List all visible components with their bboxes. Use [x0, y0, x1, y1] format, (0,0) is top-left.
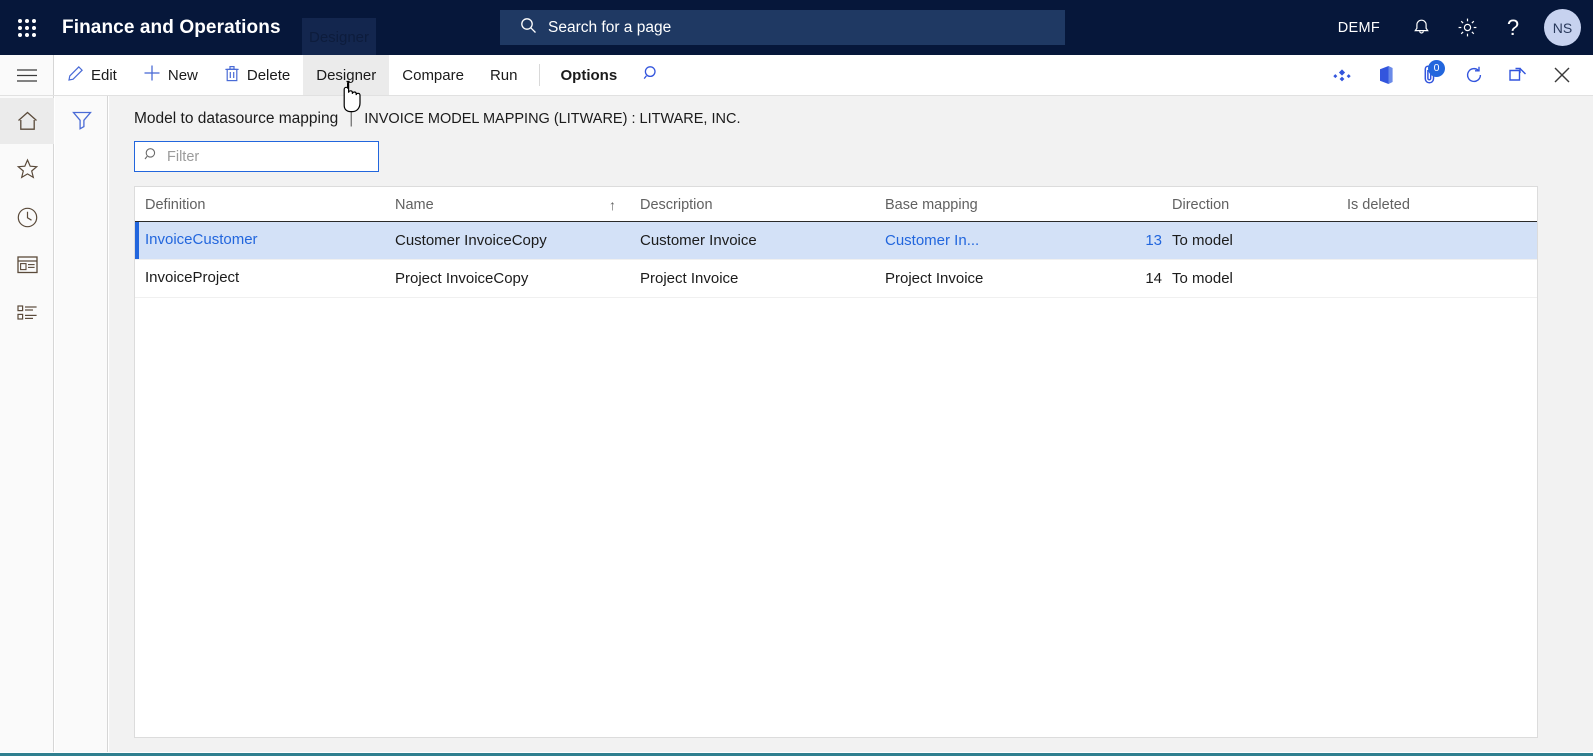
attachments-icon[interactable]: 0 [1409, 55, 1451, 96]
compare-button-label: Compare [402, 66, 464, 84]
page-context-label: INVOICE MODEL MAPPING (LITWARE) : LITWAR… [364, 111, 741, 127]
command-search-button[interactable] [630, 55, 673, 95]
column-header-name[interactable]: Name ↑ [385, 187, 630, 222]
column-header-description[interactable]: Description [630, 187, 875, 222]
sidebar-item-workspaces[interactable] [0, 242, 54, 288]
cell-definition[interactable]: InvoiceCustomer [135, 221, 385, 260]
command-separator [538, 64, 540, 86]
table-row[interactable]: InvoiceCustomer Customer InvoiceCopy Cus… [135, 221, 1537, 260]
sort-ascending-icon: ↑ [609, 197, 616, 213]
options-button[interactable]: Options [548, 55, 631, 95]
cell-number[interactable]: 14 [1100, 259, 1162, 298]
search-input[interactable]: Search for a page [500, 10, 1065, 45]
table-row[interactable]: InvoiceProject Project InvoiceCopy Proje… [135, 259, 1537, 298]
filter-placeholder: Filter [167, 148, 200, 165]
cell-is-deleted[interactable] [1337, 221, 1537, 260]
sidebar-item-modules[interactable] [0, 290, 54, 336]
cell-base-mapping[interactable]: Project Invoice [875, 259, 1100, 298]
command-bar: Edit New Delete Designer Compare Run Opt… [0, 55, 1593, 96]
search-icon [144, 147, 159, 167]
filter-row: Filter [109, 128, 1593, 172]
close-icon[interactable] [1541, 55, 1583, 96]
sidebar-item-recent[interactable] [0, 194, 54, 240]
refresh-icon[interactable] [1453, 55, 1495, 96]
designer-button-label: Designer [316, 66, 377, 84]
app-root: Finance and Operations Designer Search f… [0, 0, 1593, 756]
page-content: Model to datasource mapping | INVOICE MO… [109, 96, 1593, 752]
delete-button-label: Delete [246, 66, 291, 84]
avatar[interactable]: NS [1544, 9, 1581, 46]
navbar-right-group: DEMF ? NS [1320, 0, 1593, 55]
cell-name[interactable]: Project InvoiceCopy [385, 259, 630, 298]
cell-definition[interactable]: InvoiceProject [135, 259, 385, 298]
cell-base-mapping[interactable]: Customer In... [875, 221, 1100, 260]
sidebar-item-favorites[interactable] [0, 146, 54, 192]
column-header-direction[interactable]: Direction [1162, 187, 1337, 222]
command-bar-right-icons: 0 [1321, 55, 1593, 95]
cell-number[interactable]: 13 [1100, 221, 1162, 260]
question-mark-icon[interactable]: ? [1490, 0, 1536, 55]
attachments-badge: 0 [1428, 59, 1445, 77]
edit-button[interactable]: Edit [54, 55, 130, 95]
hamburger-menu-icon[interactable] [0, 55, 54, 95]
column-header-is-deleted[interactable]: Is deleted [1337, 187, 1537, 222]
gear-icon[interactable] [1444, 0, 1490, 55]
column-header-definition[interactable]: Definition [135, 187, 385, 222]
designer-tooltip-ghost: Designer [302, 18, 376, 56]
share-diamond-icon[interactable] [1321, 55, 1363, 96]
search-placeholder: Search for a page [548, 18, 672, 36]
pencil-icon [67, 65, 84, 86]
cell-direction[interactable]: To model [1162, 259, 1337, 298]
run-button[interactable]: Run [477, 55, 531, 95]
plus-icon [143, 64, 161, 86]
column-header-number[interactable] [1100, 187, 1162, 222]
grid-header-row: Definition Name ↑ Description Base mappi… [135, 187, 1537, 222]
cell-is-deleted[interactable] [1337, 259, 1537, 298]
left-nav-rail [0, 96, 54, 752]
cell-name[interactable]: Customer InvoiceCopy [385, 221, 630, 260]
new-button-label: New [167, 66, 198, 84]
column-header-base-mapping[interactable]: Base mapping [875, 187, 1100, 222]
data-grid[interactable]: Definition Name ↑ Description Base mappi… [134, 186, 1538, 738]
options-button-label: Options [560, 66, 618, 84]
sidebar-item-home[interactable] [0, 98, 54, 144]
filter-pane [55, 96, 108, 752]
trash-icon [224, 65, 240, 86]
company-selector[interactable]: DEMF [1320, 0, 1398, 55]
search-icon [520, 17, 537, 39]
delete-button[interactable]: Delete [211, 55, 303, 95]
run-button-label: Run [489, 66, 518, 84]
cell-direction[interactable]: To model [1162, 221, 1337, 260]
app-title: Finance and Operations [62, 16, 281, 38]
designer-button[interactable]: Designer [303, 55, 390, 95]
cell-description[interactable]: Customer Invoice [630, 221, 875, 260]
edit-button-label: Edit [91, 66, 117, 84]
filter-funnel-icon[interactable] [55, 96, 108, 144]
popout-icon[interactable] [1497, 55, 1539, 96]
compare-button[interactable]: Compare [389, 55, 477, 95]
top-navigation-bar: Finance and Operations Designer Search f… [0, 0, 1593, 56]
page-title: Model to datasource mapping [134, 110, 339, 127]
filter-input[interactable]: Filter [134, 141, 379, 172]
office-app-icon[interactable] [1365, 55, 1407, 96]
bell-icon[interactable] [1398, 0, 1444, 55]
breadcrumb: Model to datasource mapping | INVOICE MO… [109, 96, 1593, 128]
app-launcher-icon[interactable] [0, 0, 54, 55]
search-icon [643, 65, 660, 86]
breadcrumb-separator: | [349, 110, 354, 127]
new-button[interactable]: New [130, 55, 211, 95]
cell-description[interactable]: Project Invoice [630, 259, 875, 298]
command-buttons: Edit New Delete Designer Compare Run Opt… [54, 55, 673, 95]
